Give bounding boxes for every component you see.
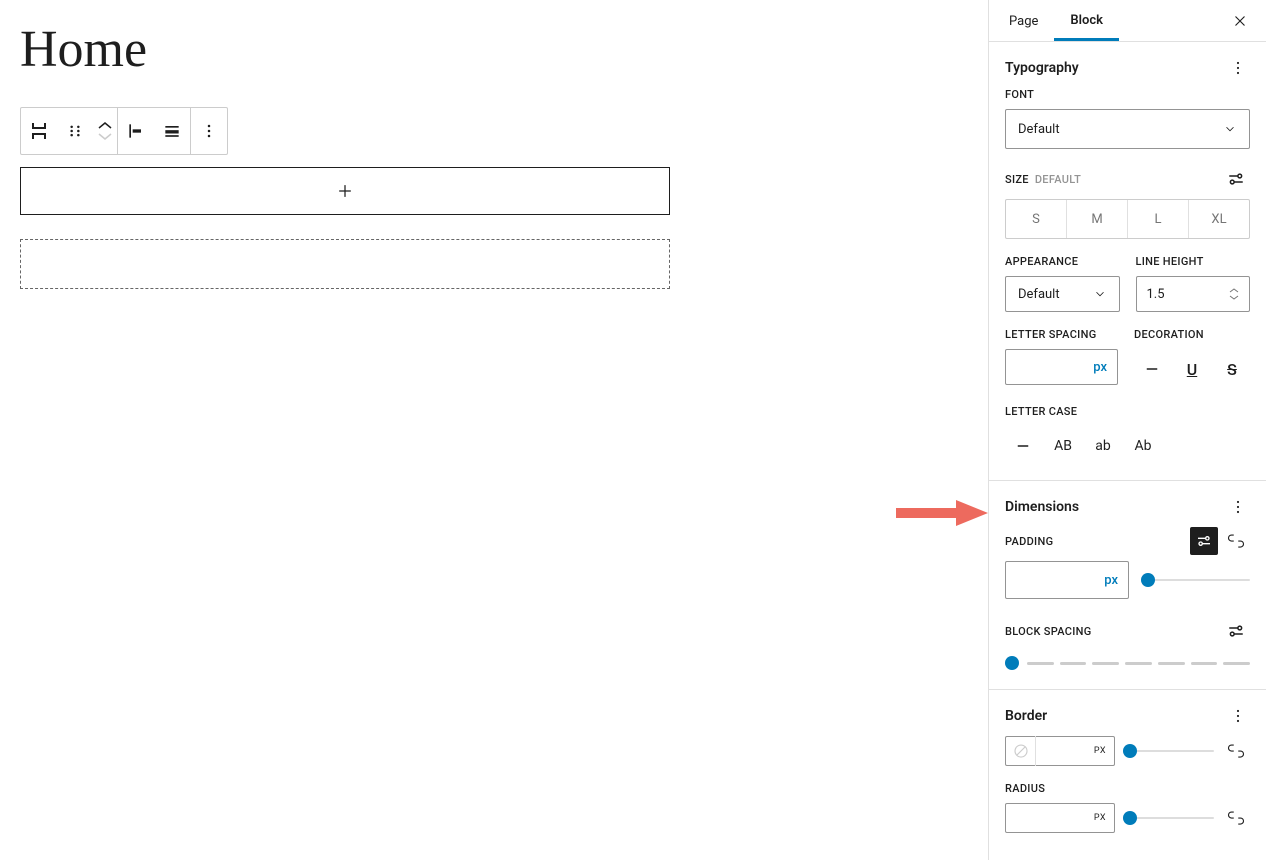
- padding-input[interactable]: px: [1005, 561, 1129, 599]
- appearance-label: APPEARANCE: [1005, 255, 1120, 268]
- drag-handle-icon[interactable]: [57, 108, 93, 154]
- tab-page[interactable]: Page: [993, 2, 1054, 39]
- radius-link-toggle[interactable]: [1222, 804, 1250, 832]
- typography-panel: Typography FONT Default SIZE DEFAULT S M…: [989, 42, 1266, 481]
- border-panel: Border PX RADIUS PX: [989, 690, 1266, 847]
- decoration-underline[interactable]: U: [1174, 351, 1210, 387]
- border-options-menu[interactable]: [1226, 704, 1250, 728]
- typography-options-menu[interactable]: [1226, 56, 1250, 80]
- justify-icon[interactable]: [154, 108, 190, 154]
- block-type-icon[interactable]: [21, 108, 57, 154]
- align-icon[interactable]: [118, 108, 154, 154]
- appearance-select[interactable]: Default: [1005, 276, 1120, 312]
- radius-input[interactable]: PX: [1005, 803, 1115, 833]
- size-xl[interactable]: XL: [1189, 200, 1249, 238]
- block-toolbar: [20, 107, 228, 155]
- lettercase-capitalize[interactable]: Ab: [1125, 428, 1161, 464]
- lettercase-lower[interactable]: ab: [1085, 428, 1121, 464]
- typography-title: Typography: [1005, 60, 1079, 76]
- tab-block[interactable]: Block: [1054, 1, 1119, 41]
- padding-slider[interactable]: [1141, 579, 1250, 581]
- lineheight-label: LINE HEIGHT: [1136, 255, 1251, 268]
- move-down-icon[interactable]: [98, 131, 112, 141]
- padding-custom-toggle[interactable]: [1190, 527, 1218, 555]
- decoration-strikethrough[interactable]: S: [1214, 351, 1250, 387]
- letterspacing-input[interactable]: px: [1005, 349, 1118, 385]
- dimensions-panel: Dimensions PADDING px: [989, 481, 1266, 690]
- lineheight-input[interactable]: 1.5: [1136, 276, 1251, 312]
- size-m[interactable]: M: [1067, 200, 1128, 238]
- radius-slider[interactable]: [1123, 817, 1214, 819]
- sidebar-tabs: Page Block: [989, 0, 1266, 42]
- empty-block-placeholder[interactable]: [20, 239, 670, 289]
- font-select[interactable]: Default: [1005, 109, 1250, 149]
- size-label: SIZE: [1005, 173, 1029, 186]
- size-custom-toggle[interactable]: [1222, 165, 1250, 193]
- page-title: Home: [20, 20, 968, 79]
- step-up-icon[interactable]: [1229, 287, 1239, 294]
- close-sidebar-button[interactable]: [1224, 5, 1256, 37]
- add-block-button[interactable]: [20, 167, 670, 215]
- decoration-none[interactable]: [1134, 351, 1170, 387]
- padding-link-toggle[interactable]: [1222, 527, 1250, 555]
- dimensions-options-menu[interactable]: [1226, 495, 1250, 519]
- blockspacing-label: BLOCK SPACING: [1005, 625, 1092, 638]
- plus-icon: [335, 181, 355, 201]
- border-color-button[interactable]: [1006, 736, 1036, 766]
- blockspacing-custom-toggle[interactable]: [1222, 617, 1250, 645]
- lettercase-none[interactable]: [1005, 428, 1041, 464]
- letterspacing-label: LETTER SPACING: [1005, 328, 1118, 341]
- font-label: FONT: [1005, 88, 1250, 101]
- dimensions-title: Dimensions: [1005, 499, 1079, 515]
- close-icon: [1231, 12, 1249, 30]
- border-width-input[interactable]: PX: [1036, 746, 1114, 756]
- chevron-down-icon: [1223, 122, 1237, 136]
- editor-canvas: Home: [0, 0, 988, 860]
- border-link-toggle[interactable]: [1222, 737, 1250, 765]
- blockspacing-slider[interactable]: [1027, 651, 1250, 675]
- size-segmented: S M L XL: [1005, 199, 1250, 239]
- step-down-icon[interactable]: [1229, 294, 1239, 301]
- border-width-slider[interactable]: [1123, 750, 1214, 752]
- lettercase-label: LETTER CASE: [1005, 405, 1250, 418]
- more-options-icon[interactable]: [191, 108, 227, 154]
- size-default-label: DEFAULT: [1035, 173, 1081, 186]
- size-s[interactable]: S: [1006, 200, 1067, 238]
- decoration-label: DECORATION: [1134, 328, 1250, 341]
- move-up-icon[interactable]: [98, 121, 112, 131]
- settings-sidebar: Page Block Typography FONT Default SIZE …: [988, 0, 1266, 860]
- padding-label: PADDING: [1005, 535, 1053, 548]
- size-l[interactable]: L: [1128, 200, 1189, 238]
- lettercase-upper[interactable]: AB: [1045, 428, 1081, 464]
- border-title: Border: [1005, 708, 1047, 724]
- chevron-down-icon: [1093, 287, 1107, 301]
- radius-label: RADIUS: [1005, 782, 1250, 795]
